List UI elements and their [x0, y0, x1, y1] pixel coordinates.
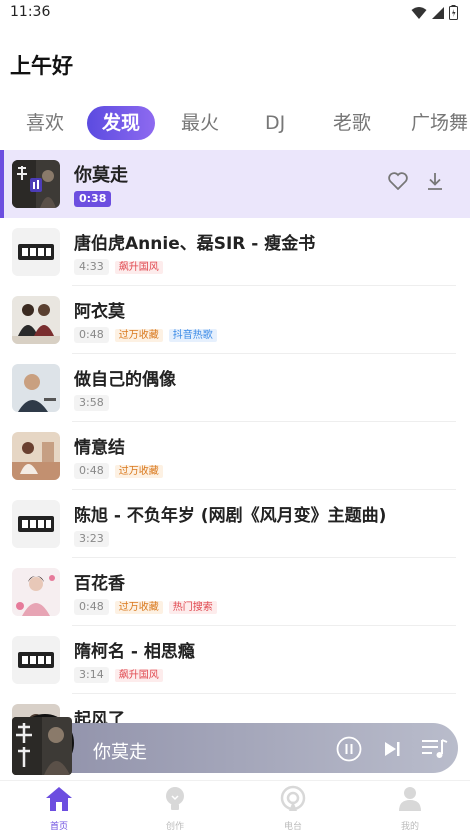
song-duration: 3:58 [74, 395, 109, 411]
song-list: 你莫走 0:38 唐伯虎Annie、磊SIR - 瘦金书 4:33 飙升国风 阿… [0, 150, 470, 762]
nav-create[interactable]: 创作 [145, 785, 205, 832]
song-title: 做自己的偶像 [74, 370, 176, 390]
heart-icon[interactable] [388, 172, 408, 194]
song-duration: 3:14 [74, 667, 109, 683]
song-title: 隋柯名 - 相思瘾 [74, 642, 195, 662]
song-meta: 3:58 [74, 395, 109, 411]
nav-label: 首页 [49, 822, 68, 832]
song-row[interactable]: 唐伯虎Annie、磊SIR - 瘦金书 4:33 飙升国风 [0, 218, 470, 286]
song-tag: 过万收藏 [114, 464, 163, 478]
next-icon[interactable] [382, 739, 402, 763]
song-tag: 飙升国风 [114, 668, 163, 682]
song-row[interactable]: 情意结 0:48 过万收藏 [0, 422, 470, 490]
song-tag: 热门搜索 [168, 600, 217, 614]
playlist-icon[interactable] [422, 738, 448, 764]
song-cover [12, 160, 60, 208]
radio-icon [279, 785, 307, 817]
tab-dj[interactable]: DJ [265, 106, 285, 140]
page-title: 上午好 [10, 54, 73, 78]
song-meta: 0:48 过万收藏 抖音热歌 [74, 327, 217, 343]
status-bar: 11:36 [0, 0, 470, 28]
song-tag: 抖音热歌 [168, 328, 217, 342]
song-duration: 0:38 [74, 191, 112, 207]
tab-oldies[interactable]: 老歌 [333, 106, 371, 140]
nav-home[interactable]: 首页 [29, 785, 89, 832]
song-cover [12, 636, 60, 684]
song-cover [12, 432, 60, 480]
song-cover [12, 568, 60, 616]
song-title: 唐伯虎Annie、磊SIR - 瘦金书 [74, 234, 316, 254]
song-duration: 0:48 [74, 599, 109, 615]
song-meta: 4:33 飙升国风 [74, 259, 163, 275]
tab-likes[interactable]: 喜欢 [26, 106, 64, 140]
wifi-icon [411, 5, 427, 24]
song-row[interactable]: 阿衣莫 0:48 过万收藏 抖音热歌 [0, 286, 470, 354]
player-controls [336, 736, 448, 766]
song-cover [12, 364, 60, 412]
player-song-title: 你莫走 [93, 742, 147, 763]
nav-label: 电台 [283, 822, 302, 832]
song-cover [12, 296, 60, 344]
status-time: 11:36 [10, 4, 51, 20]
nav-label: 创作 [165, 822, 184, 832]
download-icon[interactable] [426, 172, 444, 194]
song-meta: 0:48 过万收藏 [74, 463, 163, 479]
nav-radio[interactable]: 电台 [263, 785, 323, 832]
song-duration: 0:48 [74, 327, 109, 343]
home-icon [44, 787, 74, 817]
status-icons [411, 5, 458, 24]
category-tabs: 喜欢 发现 最火 DJ 老歌 广场舞 [0, 106, 470, 142]
row-actions [388, 172, 444, 194]
song-meta: 0:38 [74, 191, 112, 207]
song-cover [12, 500, 60, 548]
bottom-nav: 首页 创作 电台 我的 [0, 780, 470, 836]
song-duration: 0:48 [74, 463, 109, 479]
battery-icon [449, 5, 458, 24]
song-row[interactable]: 陈旭 - 不负年岁 (网剧《风月变》主题曲) 3:23 [0, 490, 470, 558]
song-duration: 3:23 [74, 531, 109, 547]
song-title: 陈旭 - 不负年岁 (网剧《风月变》主题曲) [74, 506, 387, 526]
tab-discover[interactable]: 发现 [87, 106, 156, 140]
song-title: 情意结 [74, 438, 125, 458]
song-row[interactable]: 隋柯名 - 相思瘾 3:14 飙升国风 [0, 626, 470, 694]
song-cover [12, 228, 60, 276]
signal-icon [431, 5, 445, 24]
song-row-playing[interactable]: 你莫走 0:38 [0, 150, 470, 218]
tab-square-dance[interactable]: 广场舞 [411, 106, 468, 140]
user-icon [396, 787, 424, 817]
song-row[interactable]: 做自己的偶像 3:58 [0, 354, 470, 422]
bulb-icon [161, 787, 189, 817]
song-row[interactable]: 百花香 0:48 过万收藏 热门搜索 [0, 558, 470, 626]
song-tag: 过万收藏 [114, 328, 163, 342]
nav-mine[interactable]: 我的 [380, 785, 440, 832]
song-title: 阿衣莫 [74, 302, 125, 322]
song-title: 你莫走 [74, 165, 128, 186]
tab-hottest[interactable]: 最火 [181, 106, 219, 140]
nav-label: 我的 [400, 822, 419, 832]
song-duration: 4:33 [74, 259, 109, 275]
song-title: 百花香 [74, 574, 125, 594]
song-tag: 飙升国风 [114, 260, 163, 274]
song-tag: 过万收藏 [114, 600, 163, 614]
pause-icon[interactable] [336, 736, 362, 766]
song-meta: 0:48 过万收藏 热门搜索 [74, 599, 217, 615]
player-cover[interactable] [12, 717, 72, 775]
song-meta: 3:14 飙升国风 [74, 667, 163, 683]
song-meta: 3:23 [74, 531, 109, 547]
